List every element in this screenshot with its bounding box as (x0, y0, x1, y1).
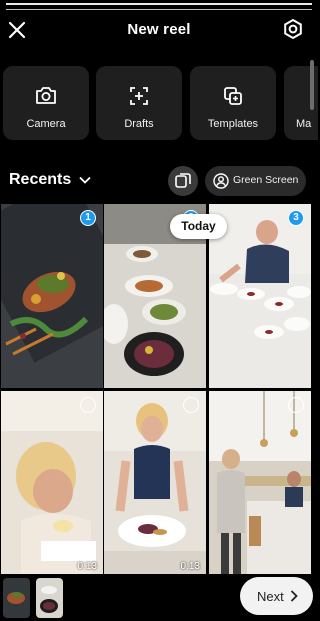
media-thumbnail[interactable]: 0:13 (1, 391, 103, 575)
video-duration: 0:13 (77, 561, 97, 572)
media-grid: 1 2 (0, 204, 318, 575)
edge-line (6, 3, 312, 5)
top-edge-lines (0, 0, 318, 13)
next-button[interactable]: Next (240, 577, 313, 615)
kitchen-photo (209, 391, 311, 575)
selection-badge: 1 (80, 210, 96, 226)
selected-table-thumb (36, 578, 63, 618)
creation-tools: Camera Drafts Templates Ma (0, 66, 318, 140)
multi-select-button[interactable] (168, 166, 198, 196)
green-screen-label: Green Screen (233, 174, 299, 186)
multi-select-icon (175, 173, 191, 188)
selection-badge (80, 397, 96, 413)
media-thumbnail[interactable]: 1 (1, 204, 103, 388)
templates-icon (224, 87, 242, 105)
person-icon (213, 173, 229, 189)
gear-icon (284, 18, 302, 40)
chevron-right-icon (290, 590, 298, 602)
scrollbar[interactable] (310, 60, 314, 110)
tool-label: Drafts (124, 118, 154, 130)
gallery-controls: Recents Green Screen (0, 166, 318, 196)
selection-badge (183, 397, 199, 413)
selection-tray: Next (0, 574, 318, 621)
next-label: Next (257, 589, 284, 604)
tool-label: Ma (296, 118, 312, 130)
drafts-icon (130, 87, 148, 105)
tool-camera[interactable]: Camera (3, 66, 89, 140)
settings-button[interactable] (282, 18, 304, 40)
selected-food-thumb (3, 578, 30, 618)
plate-photo (104, 391, 206, 575)
green-screen-button[interactable]: Green Screen (205, 166, 306, 196)
header: New reel (0, 14, 318, 48)
tool-label: Camera (26, 118, 66, 130)
selection-badge: 3 (288, 210, 304, 226)
album-label: Recents (9, 171, 72, 188)
selected-thumbnail[interactable] (3, 578, 30, 618)
media-thumbnail[interactable]: 0:13 (104, 391, 206, 575)
edge-line (6, 9, 312, 10)
tasting-photo (1, 391, 103, 575)
page-title: New reel (127, 21, 191, 38)
tool-drafts[interactable]: Drafts (96, 66, 182, 140)
tool-templates[interactable]: Templates (190, 66, 276, 140)
selection-badge (288, 397, 304, 413)
selected-thumbnail[interactable] (36, 578, 63, 618)
video-duration: 0:13 (180, 561, 200, 572)
media-thumbnail[interactable] (209, 391, 311, 575)
camera-icon (36, 87, 56, 104)
album-selector[interactable]: Recents (9, 171, 91, 189)
chevron-down-icon (79, 176, 91, 184)
tool-label: Templates (207, 118, 259, 130)
food-photo (1, 204, 103, 388)
date-pill: Today (170, 214, 227, 239)
